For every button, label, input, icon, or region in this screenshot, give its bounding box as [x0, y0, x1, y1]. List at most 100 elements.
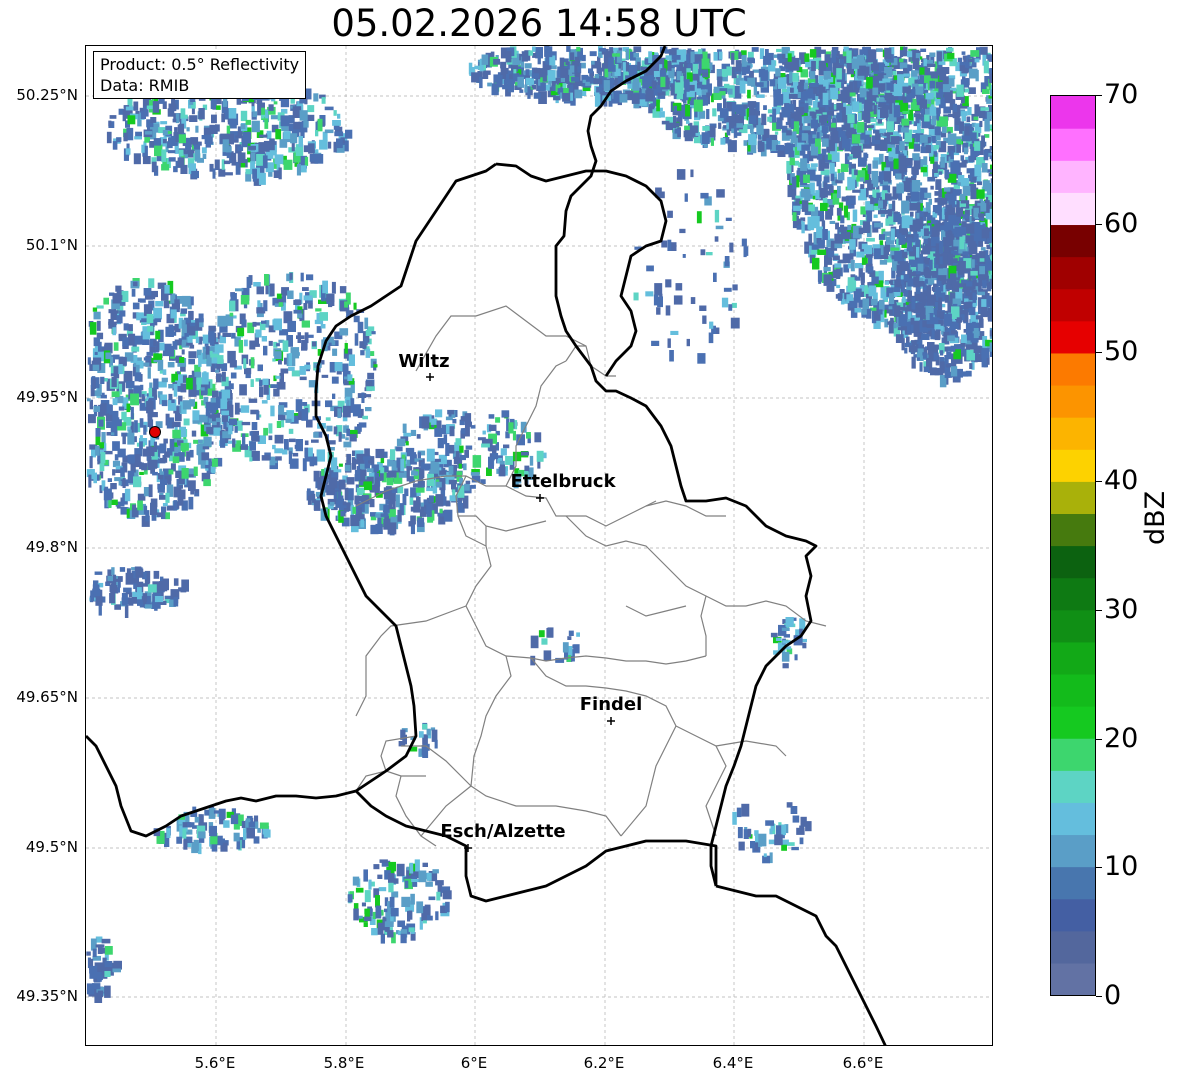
- echo-cell: [180, 108, 186, 117]
- echo-cell: [933, 352, 939, 360]
- echo-cell: [146, 351, 154, 356]
- echo-cell: [747, 77, 756, 86]
- echo-cell: [258, 172, 266, 185]
- echo-cell: [302, 402, 308, 406]
- echo-cell: [871, 276, 879, 284]
- echo-cell: [231, 332, 236, 339]
- echo-cell: [972, 292, 977, 304]
- echo-cell: [965, 235, 969, 244]
- echo-cell: [580, 62, 586, 69]
- echo-cell: [935, 286, 941, 296]
- echo-cell: [948, 234, 952, 238]
- echo-cell: [992, 78, 993, 88]
- echo-cell: [165, 492, 170, 503]
- echo-cell: [103, 488, 112, 501]
- echo-cell: [188, 496, 194, 510]
- echo-cell: [425, 499, 429, 505]
- echo-cell: [684, 125, 690, 131]
- echo-cell: [831, 271, 841, 279]
- echo-cell: [924, 114, 930, 122]
- echo-cell: [893, 158, 899, 170]
- echo-cell: [351, 457, 357, 470]
- echo-cell: [178, 123, 185, 134]
- echo-cell: [331, 376, 339, 384]
- echo-cell: [751, 47, 759, 52]
- echo-cell: [893, 305, 901, 317]
- echo-cell: [775, 144, 785, 151]
- echo-cell: [167, 131, 172, 134]
- echo-cell: [676, 64, 680, 72]
- echo-cell: [169, 346, 175, 357]
- echo-cell: [175, 113, 180, 124]
- echo-cell: [574, 56, 580, 67]
- echo-cell: [92, 307, 98, 312]
- echo-cell: [127, 454, 135, 464]
- echo-cell: [981, 163, 988, 173]
- echo-cell: [289, 272, 293, 280]
- echo-cell: [930, 219, 938, 224]
- echo-cell: [933, 75, 939, 79]
- echo-cell: [589, 51, 597, 57]
- echo-cell: [263, 427, 268, 436]
- echo-cell: [784, 143, 789, 155]
- echo-cell: [791, 72, 799, 82]
- echo-cell: [365, 407, 372, 412]
- echo-cell: [789, 71, 793, 84]
- echo-cell: [756, 94, 765, 98]
- echo-cell: [320, 324, 326, 329]
- graticule: [86, 46, 992, 1045]
- echo-cell: [293, 309, 302, 314]
- echo-cell: [888, 306, 893, 310]
- echo-cell: [202, 446, 210, 450]
- echo-cell: [244, 339, 248, 347]
- echo-cell: [268, 340, 273, 346]
- echo-cell: [311, 439, 319, 443]
- echo-cell: [217, 315, 226, 327]
- echo-cell: [211, 458, 218, 467]
- echo-cell: [874, 222, 883, 228]
- echo-cell: [211, 114, 217, 124]
- echo-cell: [944, 169, 950, 179]
- echo-cell: [966, 223, 975, 234]
- echo-cell: [907, 51, 913, 58]
- echo-cell: [718, 51, 723, 60]
- echo-cell: [671, 55, 681, 60]
- echo-cell: [804, 53, 810, 62]
- echo-cell: [331, 281, 336, 294]
- echo-cell: [303, 303, 308, 310]
- echo-cell: [969, 363, 973, 369]
- radar-map[interactable]: [85, 45, 993, 1046]
- echo-cell: [261, 455, 270, 461]
- echo-cell: [872, 160, 879, 169]
- echo-cell: [913, 320, 920, 333]
- echo-cell: [801, 200, 809, 212]
- echo-cell: [761, 113, 767, 126]
- echo-cell: [958, 203, 966, 207]
- echo-cell: [941, 126, 947, 134]
- echo-cell: [180, 383, 187, 393]
- radar-echoes: [86, 46, 993, 1003]
- echo-cell: [792, 212, 797, 221]
- echo-cell: [992, 170, 993, 179]
- echo-cell: [282, 449, 288, 455]
- echo-cell: [598, 48, 606, 52]
- echo-cell: [979, 251, 986, 264]
- echo-cell: [976, 223, 980, 237]
- echo-cell: [695, 132, 700, 136]
- echo-cell: [798, 81, 803, 92]
- echo-cell: [776, 48, 782, 53]
- echo-cell: [864, 245, 873, 255]
- echo-cell: [831, 50, 836, 63]
- echo-cell: [272, 444, 276, 450]
- echo-cell: [139, 441, 143, 450]
- echo-cell: [664, 59, 668, 70]
- echo-cell: [923, 228, 929, 236]
- echo-cell: [278, 405, 285, 417]
- echo-cell: [923, 58, 928, 67]
- echo-cell: [98, 419, 104, 427]
- echo-cell: [919, 362, 923, 372]
- echo-cell: [474, 65, 480, 70]
- echo-cell: [935, 135, 941, 141]
- echo-cell: [791, 192, 796, 200]
- echo-cell: [973, 280, 977, 286]
